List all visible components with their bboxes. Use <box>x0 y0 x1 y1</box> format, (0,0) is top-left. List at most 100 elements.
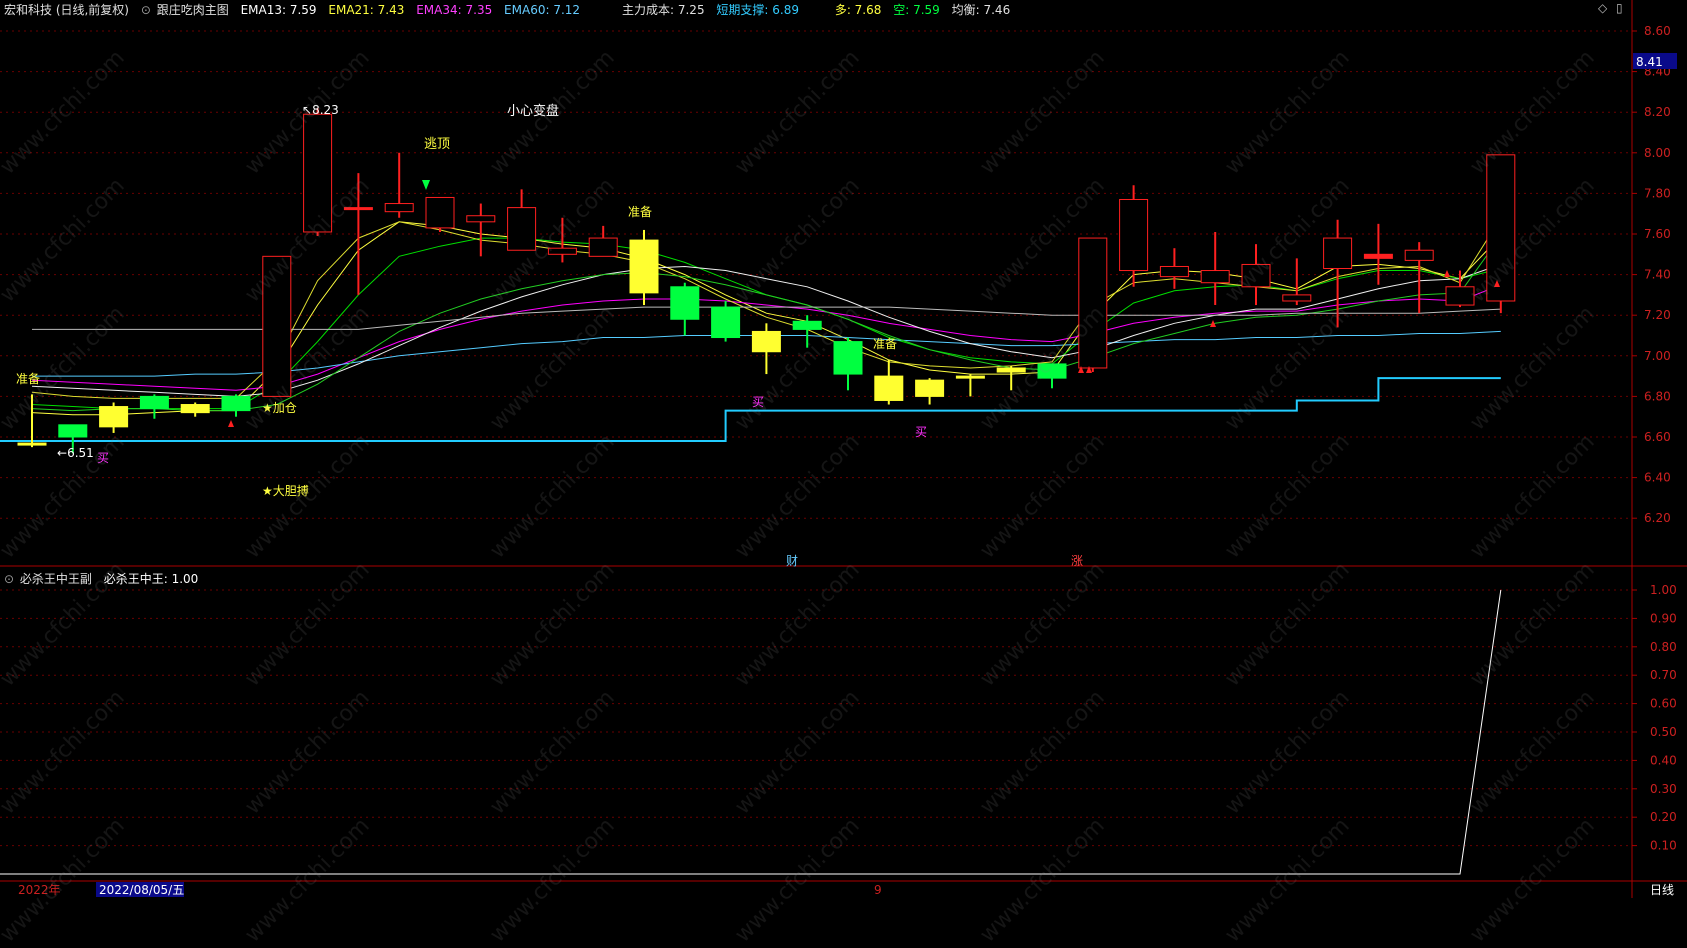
price-tick-label: 6.80 <box>1644 389 1671 403</box>
up-arrow-icon-6 <box>1444 270 1450 277</box>
sub-tick-label: 0.20 <box>1650 810 1677 824</box>
candle-body <box>262 255 292 397</box>
ema60-label: EMA60: 7.12 <box>504 3 581 17</box>
candle-body <box>1363 253 1393 259</box>
candle-body <box>588 237 618 257</box>
ema13-label: EMA13: 7.59 <box>240 3 317 17</box>
careful-change-signal: 小心变盘 <box>507 103 559 119</box>
sub-tick-label: 0.40 <box>1650 753 1677 767</box>
panel-menu-icon[interactable]: ▯ <box>1616 1 1623 15</box>
price-tick-label: 6.60 <box>1644 430 1671 444</box>
sub-indicator-name[interactable]: 必杀王中王副 <box>20 572 92 586</box>
indicator-toggle-icon[interactable]: ⊙ <box>141 3 151 17</box>
sub-indicator-value: 必杀王中王: 1.00 <box>103 572 199 586</box>
candle-body <box>955 375 985 379</box>
current-price-label: 8.41 <box>1636 55 1663 69</box>
candle-body <box>1159 265 1189 278</box>
candlesticks[interactable] <box>17 108 1516 454</box>
candle-body <box>1486 154 1516 302</box>
candle-body <box>1241 263 1271 288</box>
short-label: 空: 7.59 <box>893 3 940 17</box>
balance-label: 均衡: 7.46 <box>951 3 1011 17</box>
candle-body <box>792 320 822 330</box>
price-tick-label: 7.40 <box>1644 268 1671 282</box>
price-tick-label: 6.40 <box>1644 471 1671 485</box>
candle-body <box>1282 294 1312 302</box>
price-tick-label: 8.00 <box>1644 146 1671 160</box>
add-position-signal: ★加仓 <box>262 401 297 415</box>
ema21-label: EMA21: 7.43 <box>328 3 405 17</box>
prepare-signal-1: 准备 <box>16 372 40 386</box>
sub-toggle-icon[interactable]: ⊙ <box>4 572 14 586</box>
sub-tick-label: 0.80 <box>1650 640 1677 654</box>
candle-body <box>1037 363 1067 379</box>
candle-body <box>1404 249 1434 261</box>
price-tick-label: 7.00 <box>1644 349 1671 363</box>
ema34-label: EMA34: 7.35 <box>416 3 493 17</box>
candle-body <box>547 247 577 255</box>
candle-body <box>139 395 169 410</box>
main-header-right: 主力成本: 7.25 短期支撑: 6.89 多: 7.68 空: 7.59 均衡… <box>622 1 1018 18</box>
indicator-name-label[interactable]: 跟庄吃肉主图 <box>157 3 229 17</box>
price-tick-label: 7.60 <box>1644 227 1671 241</box>
high-price-mark: ↖8.23 <box>302 103 339 117</box>
stock-name-label[interactable]: 宏和科技 (日线,前复权) <box>4 3 129 17</box>
candle-body <box>1323 237 1353 270</box>
buy-signal-1: 买 <box>97 451 109 465</box>
candle-body <box>915 379 945 397</box>
main-header: 宏和科技 (日线,前复权) ⊙ 跟庄吃肉主图 EMA13: 7.59 EMA21… <box>4 1 588 18</box>
short-support-label: 短期支撑: 6.89 <box>716 3 799 17</box>
candle-body <box>221 395 251 412</box>
price-tick-label: 8.20 <box>1644 105 1671 119</box>
sub-tick-label: 0.90 <box>1650 611 1677 625</box>
sub-tick-label: 0.10 <box>1650 839 1677 853</box>
sub-header: ⊙ 必杀王中王副 必杀王中王: 1.00 <box>4 570 206 587</box>
candle-body <box>507 207 537 251</box>
candle-body <box>425 196 455 229</box>
candle-body <box>466 215 496 223</box>
price-axis: 8.608.408.208.007.807.607.407.207.006.80… <box>1632 24 1671 525</box>
year-label: 2022年 <box>18 883 61 897</box>
sub-tick-label: 0.60 <box>1650 697 1677 711</box>
candle-body <box>751 330 781 353</box>
candle-body <box>1200 270 1230 284</box>
sub-tick-label: 0.30 <box>1650 782 1677 796</box>
candle-body <box>384 203 414 213</box>
price-tick-label: 8.60 <box>1644 24 1671 38</box>
period-button[interactable]: 日线 <box>1650 883 1674 897</box>
low-price-mark: ←6.51 <box>57 446 94 460</box>
candle-body <box>996 367 1026 373</box>
rise-marker[interactable]: 涨 <box>1071 553 1083 568</box>
collapse-icon[interactable]: ◇ <box>1598 1 1607 15</box>
line-空 <box>31 235 1502 412</box>
candle-body <box>99 406 129 428</box>
sub-tick-label: 0.50 <box>1650 725 1677 739</box>
cursor-date-label: 2022/08/05/五 <box>99 883 184 897</box>
long-label: 多: 7.68 <box>834 3 882 17</box>
stock-chart-canvas[interactable]: 8.608.408.208.007.807.607.407.207.006.80… <box>0 0 1687 898</box>
line-EMA13 <box>31 221 1502 416</box>
candle-body <box>1445 286 1475 306</box>
escape-top-signal: 逃顶 <box>424 137 450 152</box>
prepare-signal-2: 准备 <box>628 205 652 219</box>
sub-tick-label: 1.00 <box>1650 583 1677 597</box>
sub-grid <box>0 589 1632 847</box>
main-grid <box>0 30 1632 519</box>
candle-body <box>1119 198 1149 272</box>
candle-body <box>1078 237 1108 369</box>
sub-tick-label: 0.70 <box>1650 668 1677 682</box>
up-arrow-icon-1 <box>228 420 234 427</box>
price-tick-label: 7.20 <box>1644 308 1671 322</box>
sub-axis: 1.00 0.90 0.80 0.70 0.60 0.50 0.40 0.30 0.20 0.10 <box>1632 583 1677 853</box>
candle-body <box>629 239 659 294</box>
price-tick-label: 7.80 <box>1644 186 1671 200</box>
buy-signal-3: 买 <box>915 425 927 439</box>
buy-signal-2: 买 <box>752 395 764 409</box>
main-cost-label: 主力成本: 7.25 <box>622 3 705 17</box>
candle-body <box>670 286 700 320</box>
price-tick-label: 6.20 <box>1644 511 1671 525</box>
prepare-signal-3: 准备 <box>873 337 897 351</box>
month-marker: 9 <box>874 883 882 897</box>
candle-body <box>833 341 863 375</box>
finance-marker[interactable]: 财 <box>786 554 798 568</box>
